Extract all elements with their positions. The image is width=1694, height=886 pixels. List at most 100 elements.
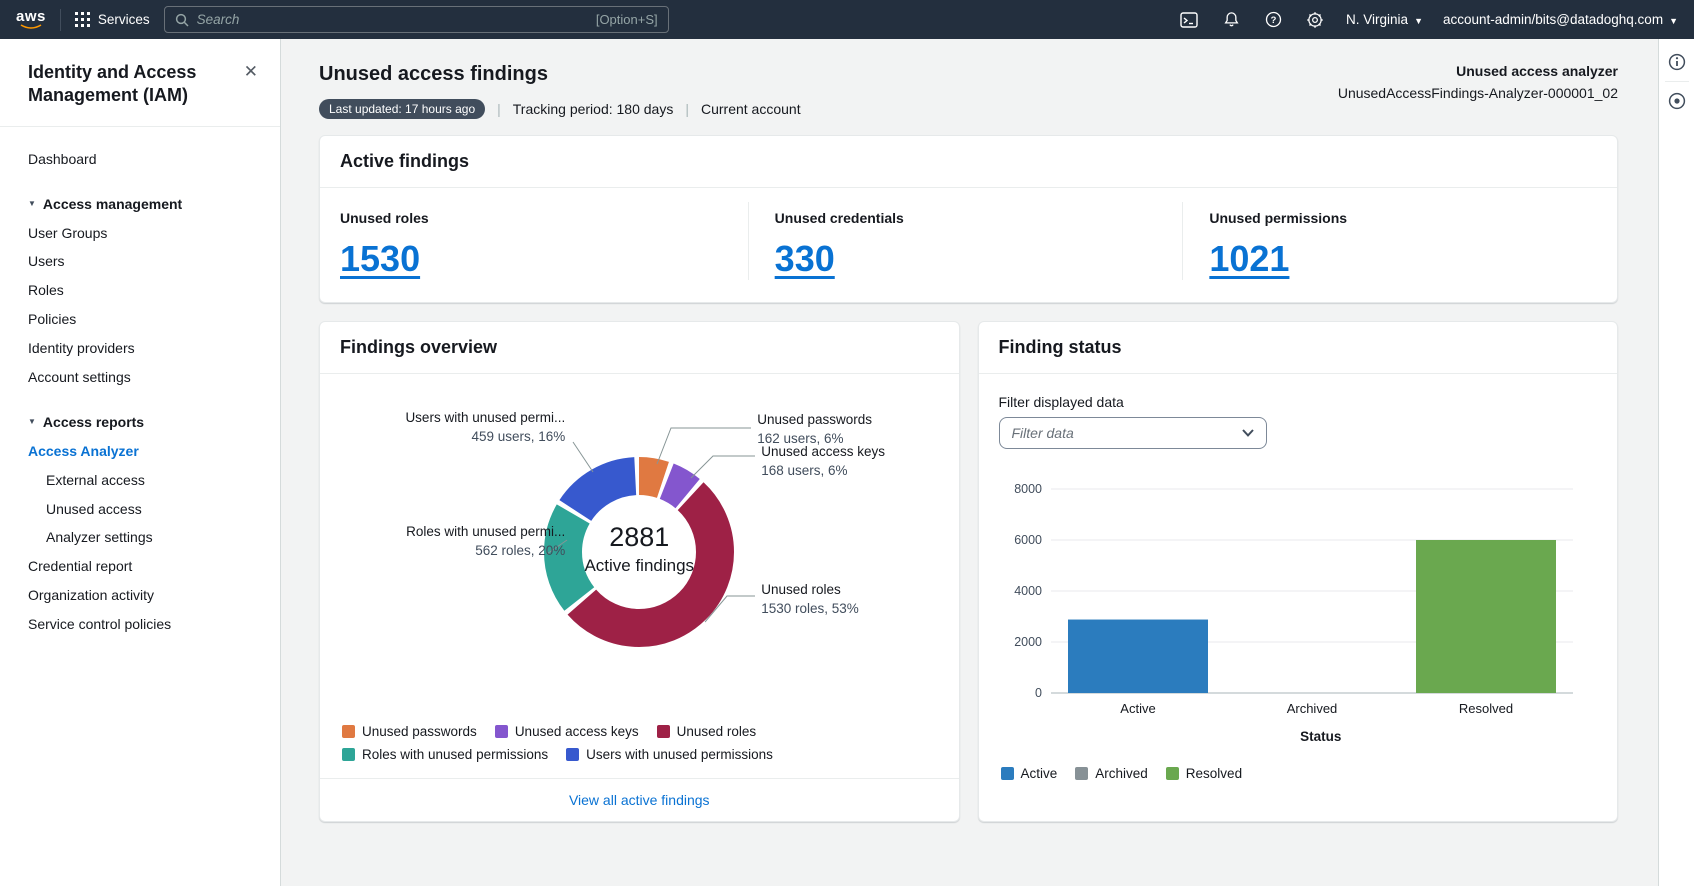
rail-divider [1665,81,1689,82]
callout-label: Unused passwords [757,412,872,429]
info-panel-icon[interactable] [1662,47,1692,77]
stat-value-link-unused-permissions[interactable]: 1021 [1209,238,1289,280]
tools-panel-icon[interactable] [1662,86,1692,116]
sidebar-item-label: User Groups [28,225,107,241]
sidebar-item-label: Organization activity [28,587,154,603]
sidebar-nav: Dashboard ▼Access management User Groups Us… [0,127,280,657]
notifications-bell-icon[interactable] [1220,9,1242,31]
region-selector[interactable]: N. Virginia ▼ [1346,12,1423,27]
sidebar-item-users[interactable]: Users [0,247,280,276]
last-updated-badge: Last updated: 17 hours ago [319,99,485,119]
search-input[interactable]: Search [Option+S] [164,6,669,33]
y-tick-label: 2000 [1014,635,1042,649]
legend-label: Archived [1095,766,1148,781]
donut-callout-unused-passwords: Unused passwords162 users, 6% [757,412,872,448]
stat-unused-credentials: Unused credentials 330 [748,202,1183,280]
sidebar-item-service-control-policies[interactable]: Service control policies [0,610,280,639]
findings-donut-chart: 2881 Active findings Unused passwords162… [359,384,919,720]
caret-down-icon: ▼ [1414,16,1423,26]
findings-overview-card: Findings overview 2881 Active findings U… [319,321,960,822]
callout-label: Unused roles [761,582,859,599]
callout-sublabel: 168 users, 6% [761,463,885,480]
sidebar-close-icon[interactable]: ✕ [242,61,260,82]
tracking-period-text: Tracking period: 180 days [513,101,674,117]
legend-swatch [657,725,670,738]
separator: | [685,101,689,117]
legend-item-unused-access-keys[interactable]: Unused access keys [495,724,639,739]
sidebar-item-label: Identity providers [28,340,135,356]
sidebar-item-label: Analyzer settings [46,529,153,545]
stat-label: Unused credentials [775,210,1159,226]
sidebar-item-label: Access reports [43,413,144,432]
stat-label: Unused permissions [1209,210,1593,226]
legend-swatch [1075,767,1088,780]
aws-smile-icon [20,24,42,30]
sidebar-item-policies[interactable]: Policies [0,305,280,334]
top-navigation-bar: aws Services Search [Option+S] ? N. Virg… [0,0,1694,39]
legend-item-roles-with-unused-permissions[interactable]: Roles with unused permissions [342,747,548,762]
finding-status-card: Finding status Filter displayed data Fil… [978,321,1619,822]
main-content: Unused access findings Last updated: 17 … [281,39,1658,886]
sidebar-item-credential-report[interactable]: Credential report [0,552,280,581]
legend-swatch [566,748,579,761]
y-tick-label: 4000 [1014,584,1042,598]
account-menu[interactable]: account-admin/bits@datadoghq.com ▼ [1443,12,1678,27]
callout-sublabel: 459 users, 16% [391,429,565,446]
aws-logo[interactable]: aws [16,9,46,30]
callout-label: Users with unused permi... [391,410,565,427]
sidebar-section-access-management[interactable]: ▼Access management [0,190,280,219]
legend-item-archived[interactable]: Archived [1075,766,1148,781]
filter-data-select[interactable]: Filter data [999,417,1267,449]
scope-text: Current account [701,101,801,117]
help-icon[interactable]: ? [1262,9,1284,31]
sidebar-item-user-groups[interactable]: User Groups [0,219,280,248]
sidebar-section-access-reports[interactable]: ▼Access reports [0,408,280,437]
topbar-divider [60,9,61,31]
active-findings-stats: Unused roles1530Unused credentials330Unu… [320,188,1617,302]
bar-active[interactable] [1068,620,1208,693]
filter-data-placeholder: Filter data [1012,425,1074,441]
status-bar-svg: 02000400060008000ActiveArchivedResolved [999,475,1579,727]
sidebar-item-unused-access[interactable]: Unused access [0,495,280,524]
callout-line [657,428,751,464]
bar-resolved[interactable] [1416,540,1556,693]
sidebar-item-analyzer-settings[interactable]: Analyzer settings [0,523,280,552]
svg-text:?: ? [1270,15,1276,26]
legend-item-unused-passwords[interactable]: Unused passwords [342,724,477,739]
legend-item-resolved[interactable]: Resolved [1166,766,1242,781]
legend-label: Roles with unused permissions [362,747,548,762]
sidebar-item-identity-providers[interactable]: Identity providers [0,334,280,363]
findings-legend: Unused passwords Unused access keys Unused… [342,724,862,762]
legend-swatch [342,725,355,738]
active-findings-card: Active findings Unused roles1530Unused c… [319,135,1618,303]
stat-unused-permissions: Unused permissions 1021 [1182,202,1617,280]
y-tick-label: 0 [1035,686,1042,700]
x-tick-label-active: Active [1120,701,1155,716]
legend-swatch [1166,767,1179,780]
stat-value-link-unused-credentials[interactable]: 330 [775,238,835,280]
sidebar-item-external-access[interactable]: External access [0,466,280,495]
filter-displayed-data-label: Filter displayed data [999,394,1598,410]
legend-item-unused-roles[interactable]: Unused roles [657,724,757,739]
status-legend: Active Archived Resolved [1001,766,1598,781]
stat-unused-roles: Unused roles1530 [320,202,748,280]
sidebar-item-label: Roles [28,282,64,298]
x-tick-label-archived: Archived [1286,701,1337,716]
view-all-active-findings-link[interactable]: View all active findings [569,792,710,808]
donut-callout-roles-with-unused-permissions: Roles with unused permi...562 roles, 20% [395,524,565,560]
active-findings-title: Active findings [340,151,1597,172]
legend-item-active[interactable]: Active [1001,766,1058,781]
services-menu-button[interactable]: Services [75,12,150,27]
sidebar-item-access-analyzer[interactable]: Access Analyzer [0,437,280,466]
sidebar-item-label: External access [46,472,145,488]
stat-value-link-unused-roles[interactable]: 1530 [340,238,420,280]
sidebar-item-organization-activity[interactable]: Organization activity [0,581,280,610]
sidebar-item-roles[interactable]: Roles [0,276,280,305]
sidebar-item-label: Dashboard [28,151,97,167]
settings-gear-icon[interactable] [1304,9,1326,31]
sidebar-item-label: Credential report [28,558,132,574]
sidebar-item-account-settings[interactable]: Account settings [0,363,280,392]
cloudshell-icon[interactable] [1178,9,1200,31]
sidebar-item-dashboard[interactable]: Dashboard [0,145,280,174]
legend-item-users-with-unused-permissions[interactable]: Users with unused permissions [566,747,773,762]
